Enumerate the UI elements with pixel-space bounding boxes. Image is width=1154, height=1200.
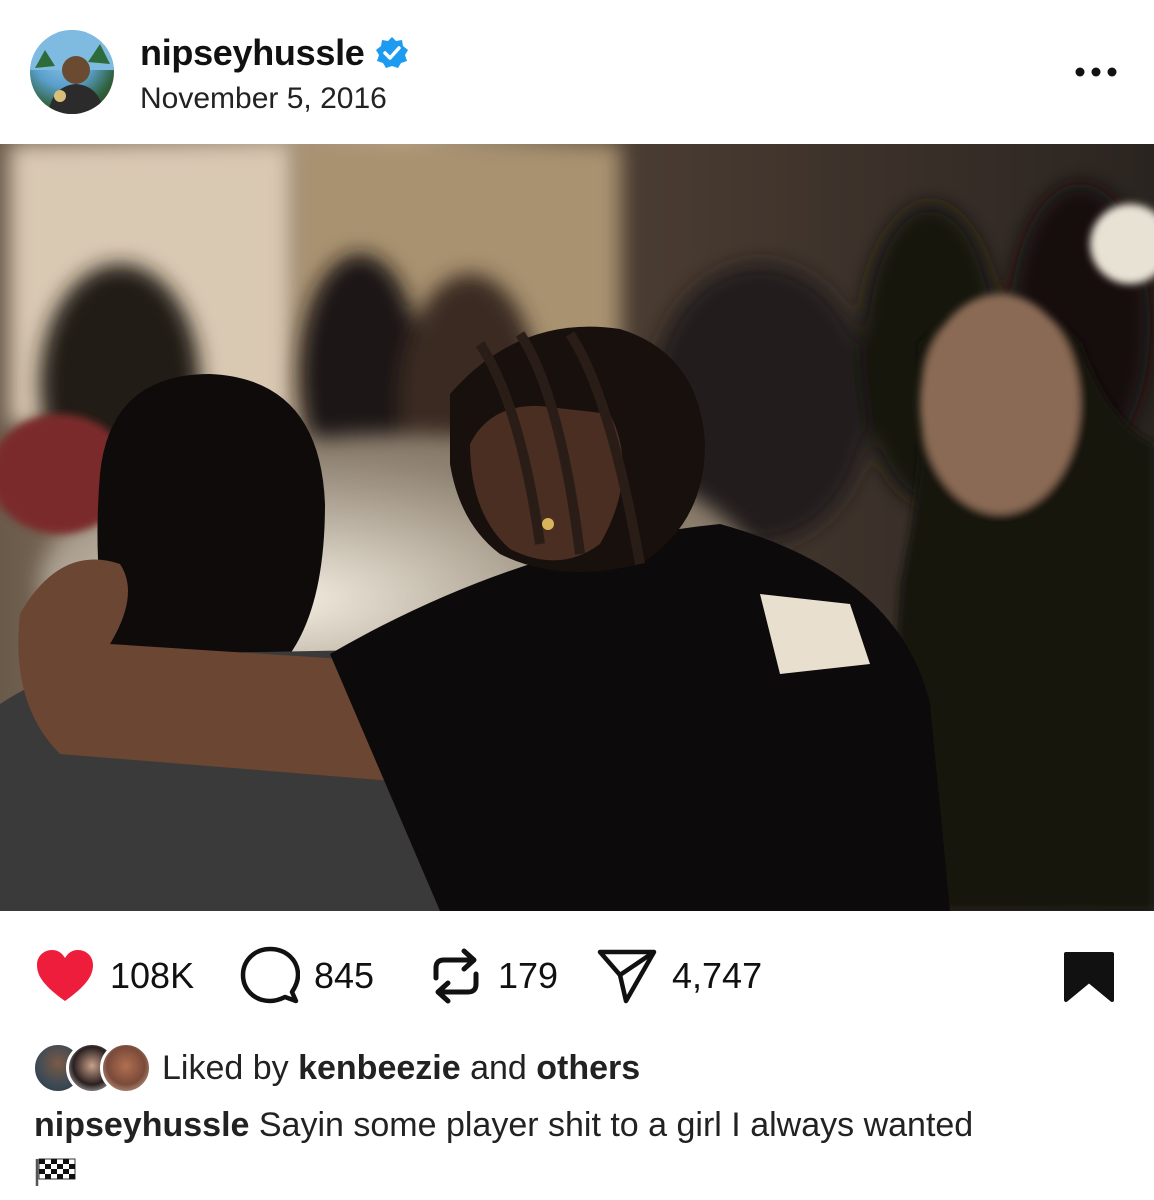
comments-count: 845 bbox=[314, 955, 375, 996]
likes-count: 108K bbox=[110, 955, 195, 996]
liked-by-conjunction: and bbox=[470, 1048, 527, 1087]
caption-text: Sayin some player shit to a girl I alway… bbox=[258, 1106, 974, 1144]
share-action[interactable]: 4,747 bbox=[596, 940, 762, 1012]
username-row: nipseyhussle bbox=[140, 32, 409, 74]
liker-avatar[interactable] bbox=[100, 1042, 152, 1094]
verified-icon bbox=[375, 37, 408, 68]
liked-by-text: Liked by kenbeezie and others bbox=[162, 1049, 640, 1088]
liked-by-row: Liked by kenbeezie and others bbox=[32, 1040, 640, 1096]
comment-action[interactable]: 845 bbox=[240, 940, 374, 1012]
bookmark-icon[interactable] bbox=[1062, 951, 1116, 1003]
username[interactable]: nipseyhussle bbox=[140, 32, 365, 74]
shares-count: 4,747 bbox=[672, 955, 763, 996]
caption-username[interactable]: nipseyhussle bbox=[34, 1106, 249, 1144]
comment-icon[interactable] bbox=[240, 946, 300, 1006]
liked-by-prefix: Liked by bbox=[162, 1048, 289, 1087]
reposts-count: 179 bbox=[498, 955, 559, 996]
liked-by-others[interactable]: others bbox=[536, 1049, 640, 1087]
post-date: November 5, 2016 bbox=[140, 82, 387, 115]
heart-icon[interactable] bbox=[34, 948, 96, 1004]
post-header: nipseyhussle November 5, 2016 bbox=[0, 0, 1154, 144]
like-action[interactable]: 108K bbox=[34, 940, 194, 1012]
post-actions: 108K 845 179 4,747 bbox=[0, 940, 1154, 1012]
repost-action[interactable]: 179 bbox=[428, 940, 558, 1012]
repost-icon[interactable] bbox=[428, 946, 484, 1006]
post-photo[interactable] bbox=[0, 144, 1154, 911]
checkered-flag-icon bbox=[35, 1158, 76, 1186]
profile-avatar[interactable] bbox=[30, 30, 114, 114]
share-icon[interactable] bbox=[596, 947, 658, 1005]
liked-by-user[interactable]: kenbeezie bbox=[298, 1049, 461, 1087]
more-icon[interactable] bbox=[1066, 52, 1126, 92]
post-caption: nipseyhussle Sayin some player shit to a… bbox=[34, 1102, 1124, 1194]
